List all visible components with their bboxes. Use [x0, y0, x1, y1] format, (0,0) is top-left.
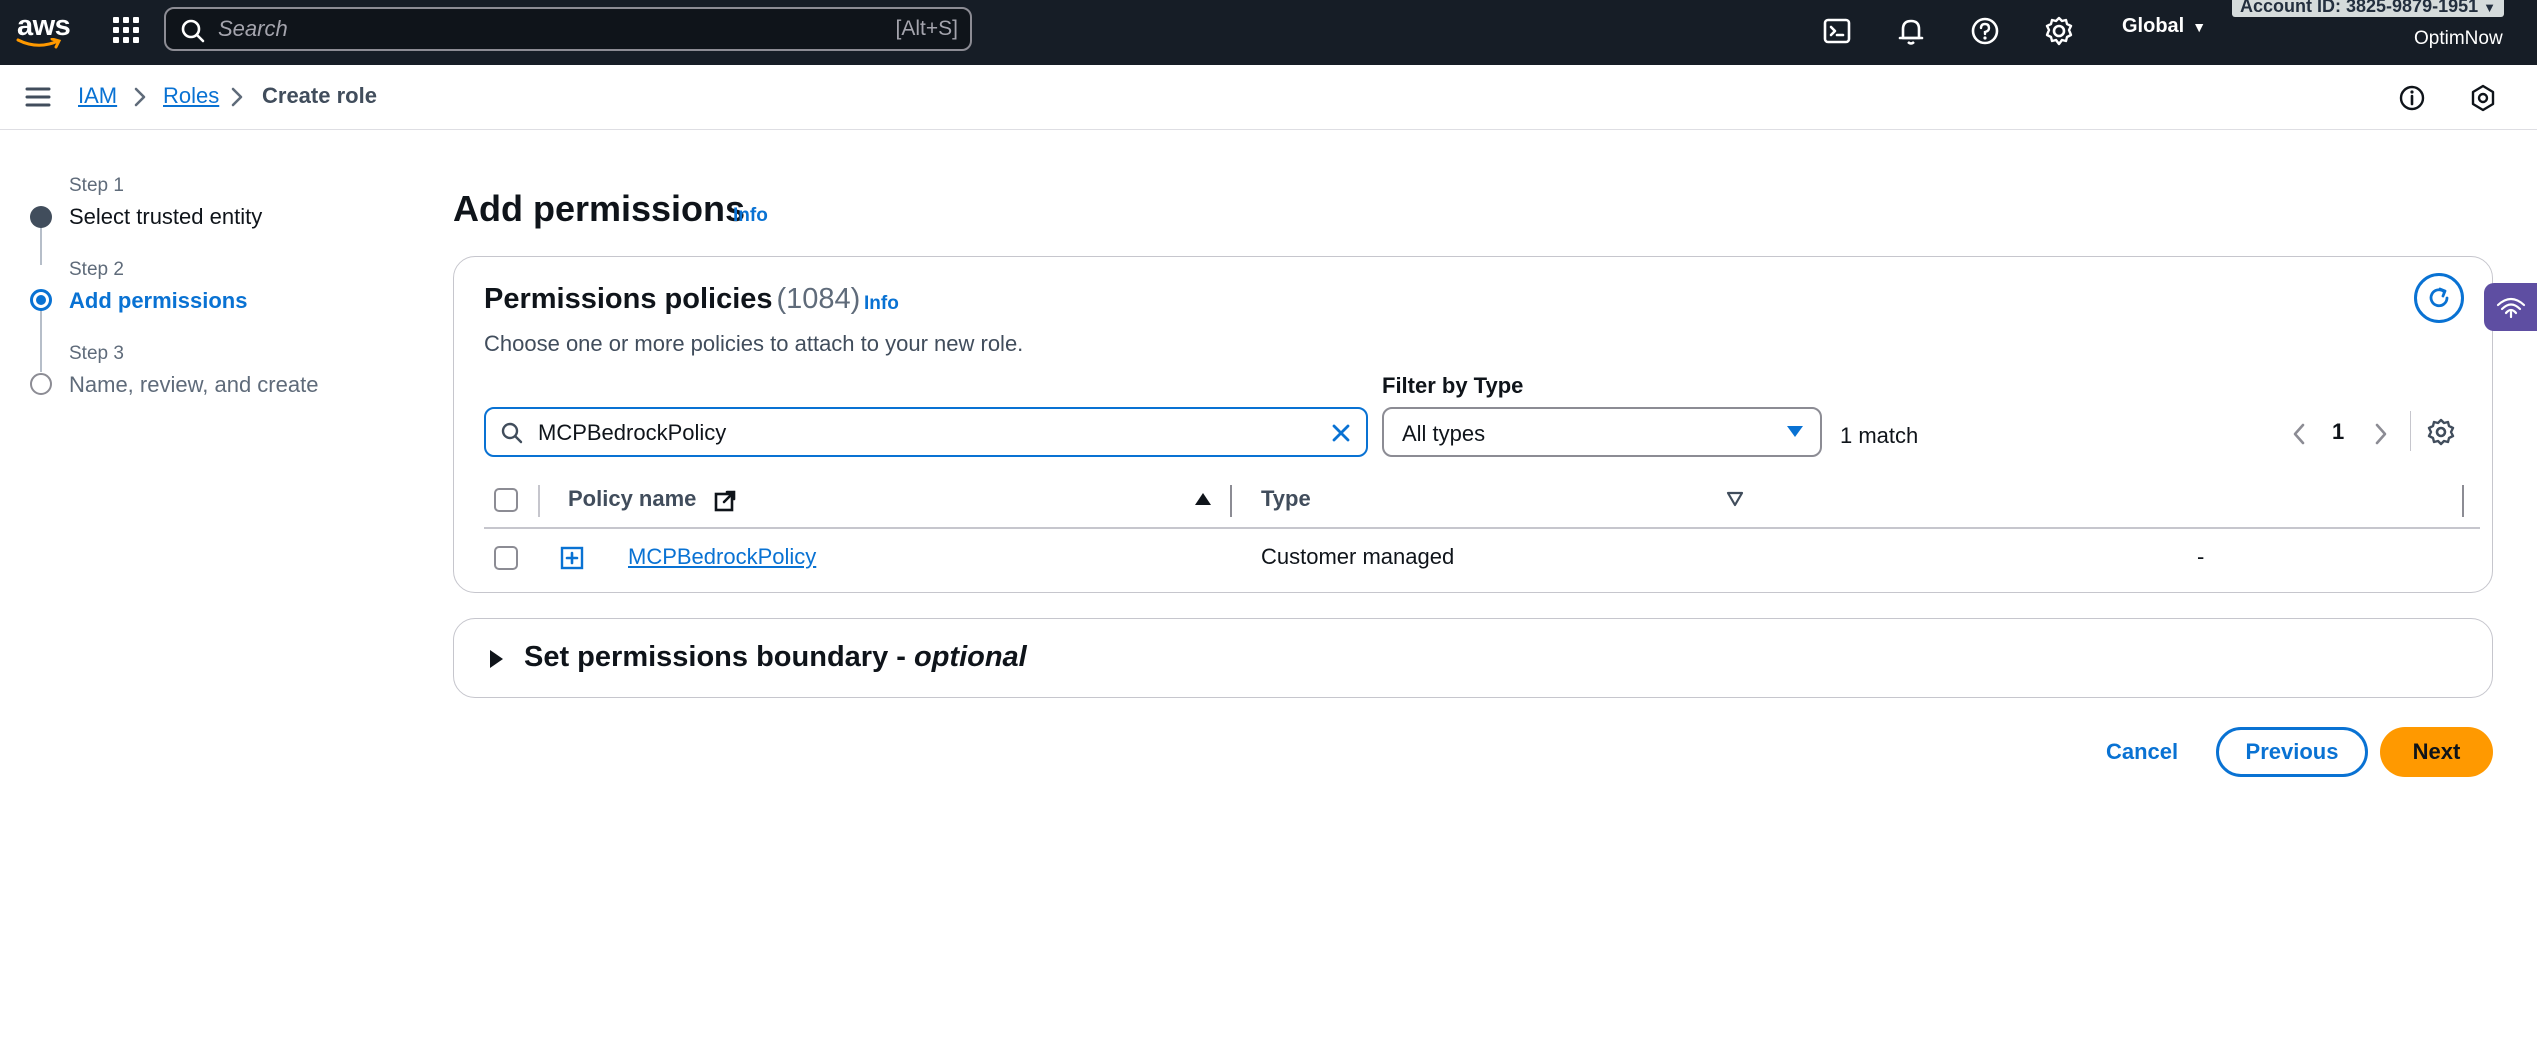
account-id-text: Account ID: 3825-9879-1951 [2240, 0, 2479, 16]
region-selector[interactable]: Global ▼ [2122, 15, 2206, 38]
panel-description: Choose one or more policies to attach to… [484, 331, 1024, 356]
step-2-title: Add permissions [69, 288, 248, 313]
aws-smile-icon [16, 38, 62, 49]
expand-row-icon[interactable] [560, 546, 584, 570]
caret-down-icon: ▼ [2192, 19, 2207, 35]
step-connector [40, 225, 42, 265]
bell-icon[interactable] [1894, 14, 1928, 48]
type-filter-select[interactable]: All types [1382, 407, 1822, 457]
step-2-label: Step 2 [69, 259, 124, 280]
help-icon[interactable] [1968, 14, 2002, 48]
step-1-title[interactable]: Select trusted entity [69, 204, 262, 230]
policy-filter-box[interactable] [484, 407, 1368, 457]
sort-icon[interactable] [1726, 491, 1744, 507]
search-shortcut-hint: [Alt+S] [895, 17, 958, 40]
boundary-title-text: Set permissions boundary - [524, 641, 914, 673]
column-divider [1230, 485, 1232, 517]
fingerprint-icon [2496, 297, 2526, 319]
aws-logo-text: aws [17, 10, 71, 42]
clear-filter-icon[interactable] [1328, 420, 1354, 446]
boundary-optional-text: optional [913, 641, 1027, 673]
policy-filter-input[interactable] [538, 419, 1298, 447]
hexagon-settings-icon[interactable] [2468, 83, 2498, 113]
step-1-label: Step 1 [69, 175, 124, 196]
sort-ascending-icon[interactable] [1194, 491, 1212, 507]
row-select-checkbox[interactable] [494, 546, 518, 570]
column-divider [2462, 485, 2464, 517]
cancel-button[interactable]: Cancel [2084, 727, 2200, 777]
step-connector [40, 310, 42, 372]
permissions-boundary-panel[interactable]: Set permissions boundary - optional [453, 618, 2493, 698]
filter-by-type-label: Filter by Type [1382, 373, 1524, 398]
step-3-label: Step 3 [69, 343, 124, 364]
type-filter-value: All types [1402, 421, 1486, 446]
region-label: Global [2122, 15, 2185, 37]
page-title: Add permissions [453, 188, 746, 229]
permissions-policies-panel: Permissions policies (1084) Info Choose o… [453, 256, 2493, 593]
page-info-link[interactable]: Info [733, 205, 768, 227]
breadcrumb-bar: IAM Roles Create role [0, 65, 2537, 130]
caret-right-icon [490, 650, 503, 668]
global-search-box[interactable]: [Alt+S] [164, 7, 972, 51]
column-header-policy-name-label: Policy name [568, 486, 697, 511]
boundary-title: Set permissions boundary - optional [524, 641, 1027, 674]
table-row: MCPBedrockPolicy Customer managed - [484, 529, 2480, 587]
table-header: Policy name Type [484, 471, 2480, 529]
menu-icon[interactable] [24, 85, 52, 109]
next-page-icon[interactable] [2370, 421, 2392, 447]
account-name[interactable]: OptimNow [2414, 28, 2503, 50]
policies-info-link[interactable]: Info [864, 293, 899, 315]
top-navigation: aws [Alt+S] [0, 0, 2537, 65]
column-header-policy-name[interactable]: Policy name [568, 486, 696, 512]
step-2-active-dot [30, 289, 52, 311]
column-header-type[interactable]: Type [1261, 486, 1311, 512]
match-count: 1 match [1840, 423, 1919, 448]
panel-title-text: Permissions policies [484, 283, 773, 315]
policy-description: - [2197, 544, 2205, 569]
global-search-input[interactable] [218, 15, 818, 43]
table-preferences-gear-icon[interactable] [2426, 417, 2456, 447]
column-divider [538, 485, 540, 517]
chevron-right-icon [231, 87, 243, 107]
policy-type: Customer managed [1261, 544, 1455, 569]
assistant-side-tab[interactable] [2484, 283, 2537, 331]
aws-logo[interactable]: aws [16, 8, 71, 52]
step-3-pending-dot [30, 373, 52, 395]
next-button[interactable]: Next [2380, 727, 2493, 777]
policy-count: (1084) [776, 283, 861, 315]
previous-page-icon[interactable] [2288, 421, 2310, 447]
breadcrumb-iam[interactable]: IAM [78, 83, 117, 109]
caret-down-icon: ▼ [2483, 0, 2497, 15]
refresh-button[interactable] [2414, 273, 2464, 323]
policy-name-link[interactable]: MCPBedrockPolicy [628, 544, 816, 570]
divider [2410, 411, 2411, 451]
search-icon [501, 422, 523, 444]
external-link-icon [714, 490, 736, 512]
page-number-button[interactable]: 1 [2332, 419, 2344, 445]
chevron-right-icon [134, 87, 146, 107]
settings-icon[interactable] [2042, 14, 2076, 48]
step-3-title: Name, review, and create [69, 372, 319, 397]
step-1-completed-dot [30, 206, 52, 228]
breadcrumb-roles[interactable]: Roles [163, 83, 219, 109]
previous-button[interactable]: Previous [2216, 727, 2368, 777]
cloudshell-icon[interactable] [1820, 14, 1854, 48]
caret-down-icon [1787, 426, 1803, 437]
apps-grid-icon[interactable] [110, 14, 142, 46]
info-circle-icon[interactable] [2397, 83, 2427, 113]
account-id-badge[interactable]: Account ID: 3825-9879-1951 ▼ [2232, 0, 2505, 17]
search-icon [181, 19, 205, 43]
refresh-icon [2429, 287, 2449, 308]
breadcrumb-current: Create role [262, 83, 377, 108]
select-all-checkbox[interactable] [494, 488, 518, 512]
panel-title: Permissions policies (1084) [484, 283, 860, 316]
